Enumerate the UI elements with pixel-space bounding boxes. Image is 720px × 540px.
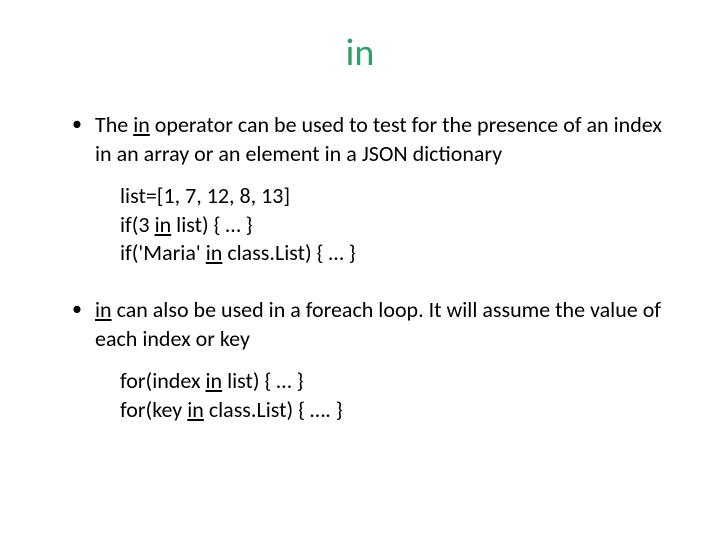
slide: in The in operator can be used to test f… [0, 0, 720, 540]
code-block: list=[1, 7, 12, 8, 13] if(3 in list) { …… [95, 182, 670, 268]
in-keyword: in [206, 239, 223, 266]
slide-content: The in operator can be used to test for … [50, 111, 670, 424]
bullet-text-pre: The [95, 111, 133, 138]
code-line: if('Maria' in class.List) { … } [120, 239, 670, 268]
code-line: for(key in class.List) { …. } [120, 396, 670, 425]
in-keyword: in [205, 367, 222, 394]
code-line: for(index in list) { … } [120, 367, 670, 396]
in-keyword: in [155, 211, 172, 238]
bullet-text-post: can also be used in a foreach loop. It w… [95, 296, 661, 352]
code-block: for(index in list) { … } for(key in clas… [95, 367, 670, 424]
code-line: if(3 in list) { … } [120, 211, 670, 240]
slide-title: in [50, 30, 670, 76]
in-keyword: in [133, 111, 150, 138]
bullet-item: The in operator can be used to test for … [70, 111, 670, 268]
in-keyword: in [187, 396, 204, 423]
bullet-list: The in operator can be used to test for … [50, 111, 670, 424]
bullet-item: in can also be used in a foreach loop. I… [70, 296, 670, 424]
bullet-text-post: operator can be used to test for the pre… [95, 111, 662, 167]
code-line: list=[1, 7, 12, 8, 13] [120, 182, 670, 211]
in-keyword: in [95, 296, 112, 323]
